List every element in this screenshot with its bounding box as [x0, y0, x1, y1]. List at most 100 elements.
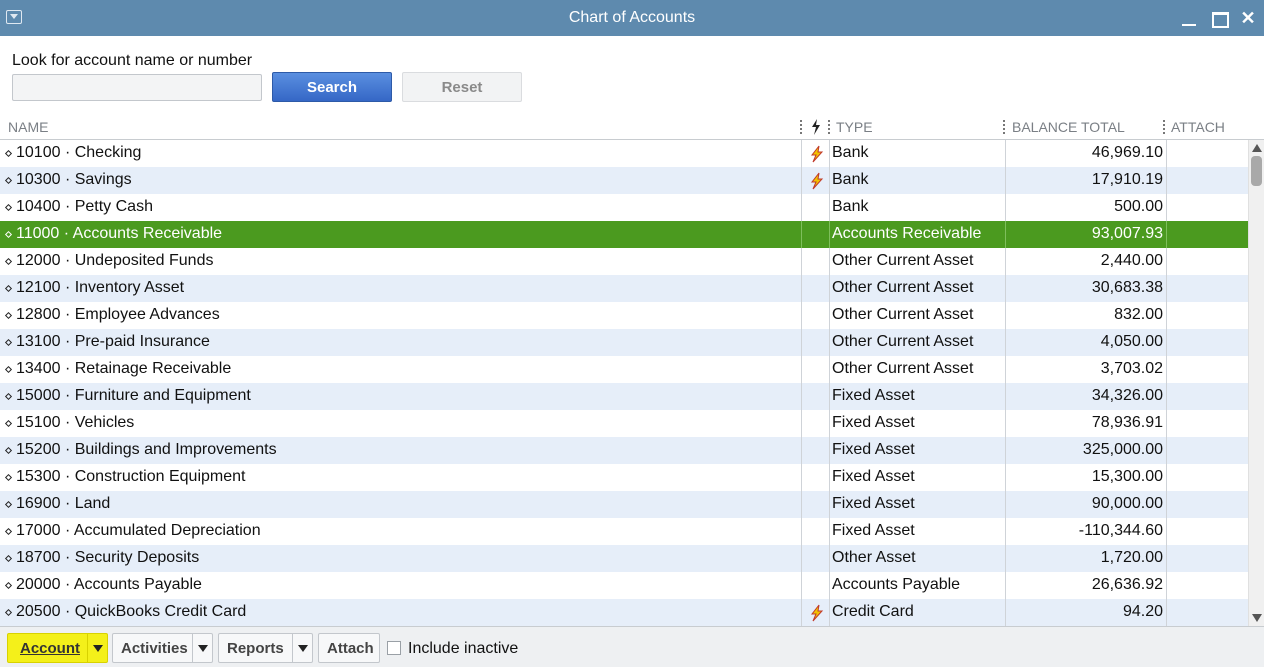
column-divider — [801, 599, 802, 626]
table-row[interactable]: 11000 · Accounts Receivable Accounts Rece… — [0, 221, 1248, 248]
account-type: Fixed Asset — [832, 441, 915, 458]
column-resize-handle[interactable] — [800, 120, 802, 134]
column-divider — [1166, 248, 1167, 275]
row-bullet-icon — [4, 257, 13, 266]
include-inactive-label[interactable]: Include inactive — [408, 640, 518, 658]
online-banking-icon[interactable] — [810, 604, 824, 622]
column-divider — [1005, 248, 1006, 275]
title-bar: Chart of Accounts ✕ — [0, 0, 1264, 36]
column-divider — [1166, 302, 1167, 329]
column-divider — [801, 194, 802, 221]
table-row[interactable]: 16900 · Land Fixed Asset 90,000.00 — [0, 491, 1248, 518]
account-balance: 500.00 — [1114, 198, 1163, 215]
account-name: 15200 · Buildings and Improvements — [16, 441, 277, 458]
column-divider — [1166, 140, 1167, 167]
column-divider — [829, 140, 830, 167]
search-button[interactable]: Search — [272, 72, 392, 102]
account-menu-button[interactable]: Account — [7, 633, 108, 663]
attach-button[interactable]: Attach — [318, 633, 380, 663]
chevron-down-icon[interactable] — [87, 634, 107, 662]
column-name[interactable]: NAME — [8, 119, 48, 135]
column-divider — [1166, 194, 1167, 221]
row-bullet-icon — [4, 419, 13, 428]
column-divider — [1166, 221, 1167, 248]
column-attach[interactable]: ATTACH — [1171, 119, 1225, 135]
account-name: 16900 · Land — [16, 495, 111, 512]
table-row[interactable]: 12100 · Inventory Asset Other Current Ass… — [0, 275, 1248, 302]
table-row[interactable]: 17000 · Accumulated Depreciation Fixed As… — [0, 518, 1248, 545]
activities-menu-button[interactable]: Activities — [112, 633, 213, 663]
table-row[interactable]: 15300 · Construction Equipment Fixed Asse… — [0, 464, 1248, 491]
vertical-scrollbar[interactable] — [1248, 140, 1264, 626]
account-type: Fixed Asset — [832, 495, 915, 512]
scroll-down-icon[interactable] — [1252, 614, 1262, 622]
account-menu-label: Account — [20, 640, 80, 657]
account-type: Other Current Asset — [832, 252, 974, 269]
row-bullet-icon — [4, 338, 13, 347]
chevron-down-icon[interactable] — [192, 634, 212, 662]
table-row[interactable]: 20000 · Accounts Payable Accounts Payable… — [0, 572, 1248, 599]
column-divider — [801, 167, 802, 194]
table-row[interactable]: 10300 · Savings Bank 17,910.19 — [0, 167, 1248, 194]
account-name: 15100 · Vehicles — [16, 414, 135, 431]
account-type: Bank — [832, 171, 869, 188]
search-input[interactable] — [12, 74, 262, 101]
close-icon[interactable]: ✕ — [1238, 8, 1258, 28]
account-balance: 90,000.00 — [1091, 495, 1163, 512]
account-balance: 1,720.00 — [1100, 549, 1163, 566]
scroll-thumb[interactable] — [1251, 156, 1262, 186]
table-row[interactable]: 18700 · Security Deposits Other Asset 1,72… — [0, 545, 1248, 572]
activities-menu-label: Activities — [121, 640, 188, 657]
scroll-up-icon[interactable] — [1252, 144, 1262, 152]
maximize-icon[interactable] — [1209, 8, 1229, 28]
table-row[interactable]: 15200 · Buildings and Improvements Fixed … — [0, 437, 1248, 464]
table-row[interactable]: 20500 · QuickBooks Credit Card Credit Car… — [0, 599, 1248, 626]
account-type: Accounts Receivable — [832, 225, 982, 242]
column-divider — [1166, 275, 1167, 302]
row-bullet-icon — [4, 284, 13, 293]
column-divider — [829, 302, 830, 329]
table-row[interactable]: 12800 · Employee Advances Other Current A… — [0, 302, 1248, 329]
online-banking-icon[interactable] — [810, 145, 824, 163]
row-bullet-icon — [4, 527, 13, 536]
online-banking-icon[interactable] — [810, 172, 824, 190]
table-row[interactable]: 15100 · Vehicles Fixed Asset 78,936.91 — [0, 410, 1248, 437]
row-bullet-icon — [4, 365, 13, 374]
column-divider — [801, 275, 802, 302]
column-divider — [1166, 599, 1167, 626]
column-divider — [1005, 140, 1006, 167]
table-row[interactable]: 12000 · Undeposited Funds Other Current A… — [0, 248, 1248, 275]
column-resize-handle[interactable] — [1003, 120, 1005, 134]
reports-menu-label: Reports — [227, 640, 284, 657]
reports-menu-button[interactable]: Reports — [218, 633, 313, 663]
reset-button[interactable]: Reset — [402, 72, 522, 102]
account-name: 10300 · Savings — [16, 171, 132, 188]
account-type: Accounts Payable — [832, 576, 961, 593]
column-balance[interactable]: BALANCE TOTAL — [1012, 119, 1125, 135]
column-divider — [829, 194, 830, 221]
row-bullet-icon — [4, 608, 13, 617]
account-balance: 46,969.10 — [1091, 144, 1163, 161]
search-label: Look for account name or number — [12, 52, 253, 69]
account-balance: 17,910.19 — [1091, 171, 1163, 188]
table-row[interactable]: 13400 · Retainage Receivable Other Curren… — [0, 356, 1248, 383]
include-inactive-checkbox[interactable] — [387, 641, 401, 655]
column-resize-handle[interactable] — [1163, 120, 1165, 134]
column-divider — [829, 545, 830, 572]
table-row[interactable]: 10400 · Petty Cash Bank 500.00 — [0, 194, 1248, 221]
column-resize-handle[interactable] — [828, 120, 830, 134]
account-balance: 15,300.00 — [1091, 468, 1163, 485]
table-row[interactable]: 10100 · Checking Bank 46,969.10 — [0, 140, 1248, 167]
table-row[interactable]: 15000 · Furniture and Equipment Fixed Ass… — [0, 383, 1248, 410]
table-row[interactable]: 13100 · Pre-paid Insurance Other Current … — [0, 329, 1248, 356]
account-balance: 93,007.93 — [1091, 225, 1163, 242]
chevron-down-icon[interactable] — [292, 634, 312, 662]
row-bullet-icon — [4, 311, 13, 320]
row-bullet-icon — [4, 203, 13, 212]
minimize-icon[interactable] — [1180, 8, 1200, 28]
column-divider — [1166, 572, 1167, 599]
column-type[interactable]: TYPE — [836, 119, 873, 135]
account-type: Bank — [832, 144, 869, 161]
column-divider — [1005, 167, 1006, 194]
column-divider — [1005, 221, 1006, 248]
